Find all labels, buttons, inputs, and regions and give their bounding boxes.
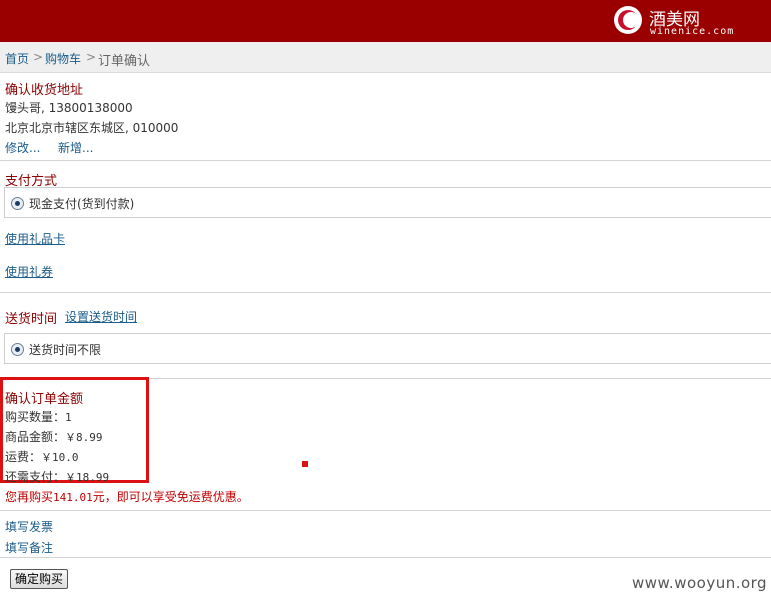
fill-remark-link[interactable]: 填写备注: [5, 539, 53, 556]
delivery-option-row[interactable]: 送货时间不限: [4, 333, 771, 364]
breadcrumb-cart-link[interactable]: 购物车: [45, 50, 81, 67]
breadcrumb: 首页 > 购物车 > 订单确认: [0, 42, 771, 73]
payment-option-label: 现金支付(货到付款): [29, 197, 135, 211]
amount-due-row: 还需支付：￥18.99: [5, 468, 109, 485]
address-section-title: 确认收货地址: [5, 83, 84, 98]
section-divider: [0, 160, 771, 161]
payment-cod-radio[interactable]: [11, 197, 24, 210]
free-shipping-suffix: 元，即可以享受免运费优惠。: [92, 490, 249, 504]
watermark: www.wooyun.org: [632, 574, 768, 592]
order-summary-title: 确认订单金额: [5, 392, 84, 407]
free-shipping-prefix: 您再购买: [5, 490, 54, 504]
quantity-value: 1: [65, 411, 72, 424]
fill-invoice-link[interactable]: 填写发票: [5, 518, 53, 535]
goods-amount-row: 商品金额：￥8.99: [5, 428, 103, 445]
breadcrumb-current: 订单确认: [98, 54, 151, 69]
delivery-anytime-radio[interactable]: [11, 343, 24, 356]
shipping-fee-value: ￥10.0: [41, 451, 79, 464]
quantity-row: 购买数量：1: [5, 408, 72, 425]
amount-due-value: ￥18.99: [65, 471, 110, 484]
breadcrumb-home-link[interactable]: 首页: [5, 50, 29, 67]
site-logo[interactable]: 酒美网 winenice.com: [614, 5, 764, 39]
shipping-fee-row: 运费：￥10.0: [5, 448, 79, 465]
top-header-bar: 酒美网 winenice.com: [0, 0, 771, 42]
add-address-link[interactable]: 新增...: [58, 139, 93, 156]
quantity-label: 购买数量：: [5, 410, 66, 424]
delivery-section-title: 送货时间: [5, 312, 58, 327]
section-divider: [0, 557, 771, 558]
payment-option-row[interactable]: 现金支付(货到付款): [4, 187, 771, 218]
red-marker: [302, 461, 308, 467]
delivery-option-label: 送货时间不限: [29, 343, 102, 357]
use-gift-card-link[interactable]: 使用礼品卡: [5, 230, 65, 247]
edit-address-link[interactable]: 修改...: [5, 139, 40, 156]
logo-text-en: winenice.com: [650, 26, 735, 37]
free-shipping-amount: 141.01: [53, 491, 93, 504]
logo-mark-icon: [614, 6, 642, 34]
address-name-phone: 馒头哥, 13800138000: [5, 101, 133, 115]
set-delivery-time-link[interactable]: 设置送货时间: [65, 308, 137, 325]
amount-due-label: 还需支付：: [5, 470, 66, 484]
free-shipping-notice: 您再购买141.01元，即可以享受免运费优惠。: [5, 488, 249, 505]
goods-amount-value: ￥8.99: [65, 431, 103, 444]
address-line: 北京北京市辖区东城区, 010000: [5, 121, 179, 135]
shipping-fee-label: 运费：: [5, 450, 42, 464]
use-coupon-link[interactable]: 使用礼券: [5, 263, 53, 280]
breadcrumb-separator: >: [86, 50, 97, 64]
goods-amount-label: 商品金额：: [5, 430, 66, 444]
confirm-purchase-button[interactable]: 确定购买: [10, 569, 68, 589]
breadcrumb-separator: >: [33, 50, 44, 64]
section-divider: [0, 510, 771, 511]
section-divider: [0, 292, 771, 293]
